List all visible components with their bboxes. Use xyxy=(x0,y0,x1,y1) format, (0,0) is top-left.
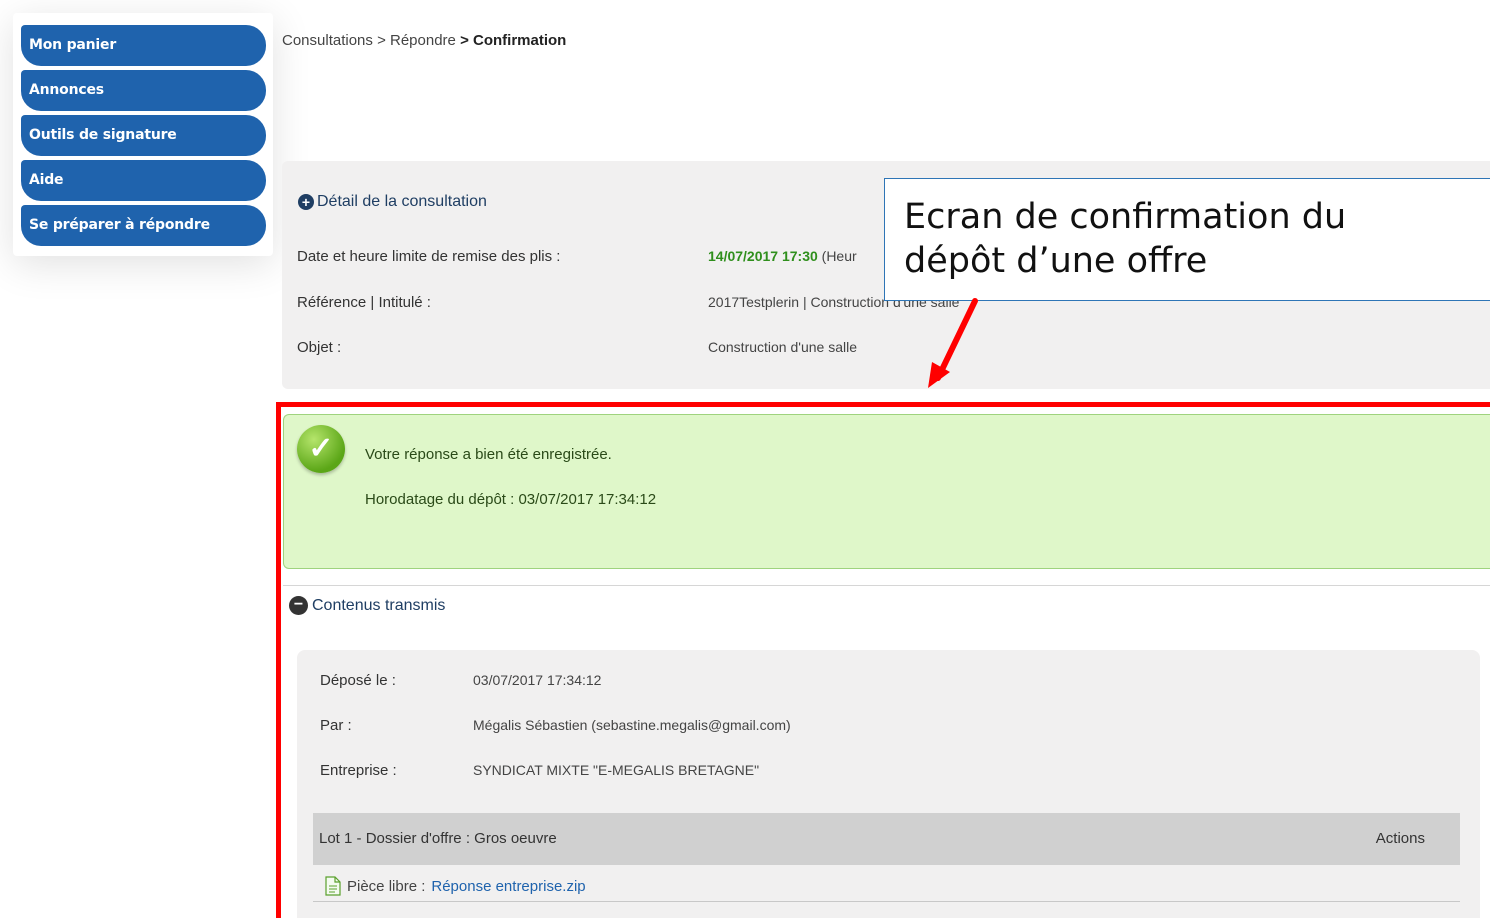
breadcrumb-current: Confirmation xyxy=(473,32,567,49)
deposit-timestamp-value: 03/07/2017 17:34:12 xyxy=(518,491,657,508)
breadcrumb-separator: > xyxy=(460,32,469,49)
divider xyxy=(313,901,1460,902)
objet-value: Construction d'une salle xyxy=(708,339,857,355)
success-message-box: ✓ Votre réponse a bien été enregistrée. … xyxy=(283,414,1490,569)
objet-label: Objet : xyxy=(297,339,342,356)
document-icon xyxy=(325,876,341,896)
sidebar-item-aide[interactable]: Aide xyxy=(21,160,266,201)
deadline-value: 14/07/2017 17:30 (Heur xyxy=(708,248,857,264)
consultation-detail-title: Détail de la consultation xyxy=(317,193,487,210)
deadline-suffix: (Heur xyxy=(821,248,857,264)
contenus-title: Contenus transmis xyxy=(312,596,446,614)
annotation-callout: Ecran de confirmation du dépôt d’une off… xyxy=(884,178,1490,301)
by-value: Mégalis Sébastien (sebastine.megalis@gma… xyxy=(473,717,791,733)
lot-header-row: Lot 1 - Dossier d'offre : Gros oeuvre Ac… xyxy=(313,813,1460,865)
breadcrumb: Consultations > Répondre > Confirmation xyxy=(282,32,566,49)
sidebar-item-mon-panier[interactable]: Mon panier xyxy=(21,25,266,66)
company-value: SYNDICAT MIXTE "E-MEGALIS BRETAGNE" xyxy=(473,762,760,778)
plus-circle-icon: + xyxy=(298,194,314,210)
contenus-panel: Déposé le : 03/07/2017 17:34:12 Par : Mé… xyxy=(297,650,1480,918)
sidebar: Mon panier Annonces Outils de signature … xyxy=(13,13,273,256)
lot-title: Lot 1 - Dossier d'offre : Gros oeuvre xyxy=(319,830,557,847)
deadline-date: 14/07/2017 17:30 xyxy=(708,248,818,264)
consultation-detail-toggle[interactable]: + Détail de la consultation xyxy=(298,193,487,211)
deposit-timestamp: Horodatage du dépôt : 03/07/2017 17:34:1… xyxy=(365,491,656,508)
deposited-label: Déposé le : xyxy=(320,672,396,689)
file-row: Pièce libre : Réponse entreprise.zip xyxy=(325,876,586,896)
callout-line-2: dépôt d’une offre xyxy=(904,241,1208,281)
breadcrumb-separator: > xyxy=(377,32,386,49)
sidebar-item-annonces[interactable]: Annonces xyxy=(21,70,266,111)
deposited-value: 03/07/2017 17:34:12 xyxy=(473,672,602,688)
red-arrow-icon xyxy=(928,298,978,388)
breadcrumb-repondre[interactable]: Répondre xyxy=(390,32,456,49)
reference-label: Référence | Intitulé : xyxy=(297,294,431,311)
breadcrumb-consultations[interactable]: Consultations xyxy=(282,32,373,49)
file-link[interactable]: Réponse entreprise.zip xyxy=(431,878,585,895)
deposit-timestamp-label: Horodatage du dépôt : xyxy=(365,491,515,508)
divider xyxy=(283,585,1490,586)
contenus-toggle[interactable]: − Contenus transmis xyxy=(289,596,445,615)
minus-circle-icon: − xyxy=(289,596,308,615)
page: Mon panier Annonces Outils de signature … xyxy=(0,0,1490,918)
actions-column-header: Actions xyxy=(1375,830,1425,847)
sidebar-item-outils-signature[interactable]: Outils de signature xyxy=(21,115,266,156)
sidebar-item-se-preparer[interactable]: Se préparer à répondre xyxy=(21,205,266,246)
success-message: Votre réponse a bien été enregistrée. xyxy=(365,446,612,463)
callout-line-1: Ecran de confirmation du xyxy=(904,197,1347,237)
check-circle-icon: ✓ xyxy=(297,425,345,473)
deadline-label: Date et heure limite de remise des plis … xyxy=(297,248,561,265)
company-label: Entreprise : xyxy=(320,762,397,779)
by-label: Par : xyxy=(320,717,352,734)
file-prefix: Pièce libre : xyxy=(347,877,426,895)
